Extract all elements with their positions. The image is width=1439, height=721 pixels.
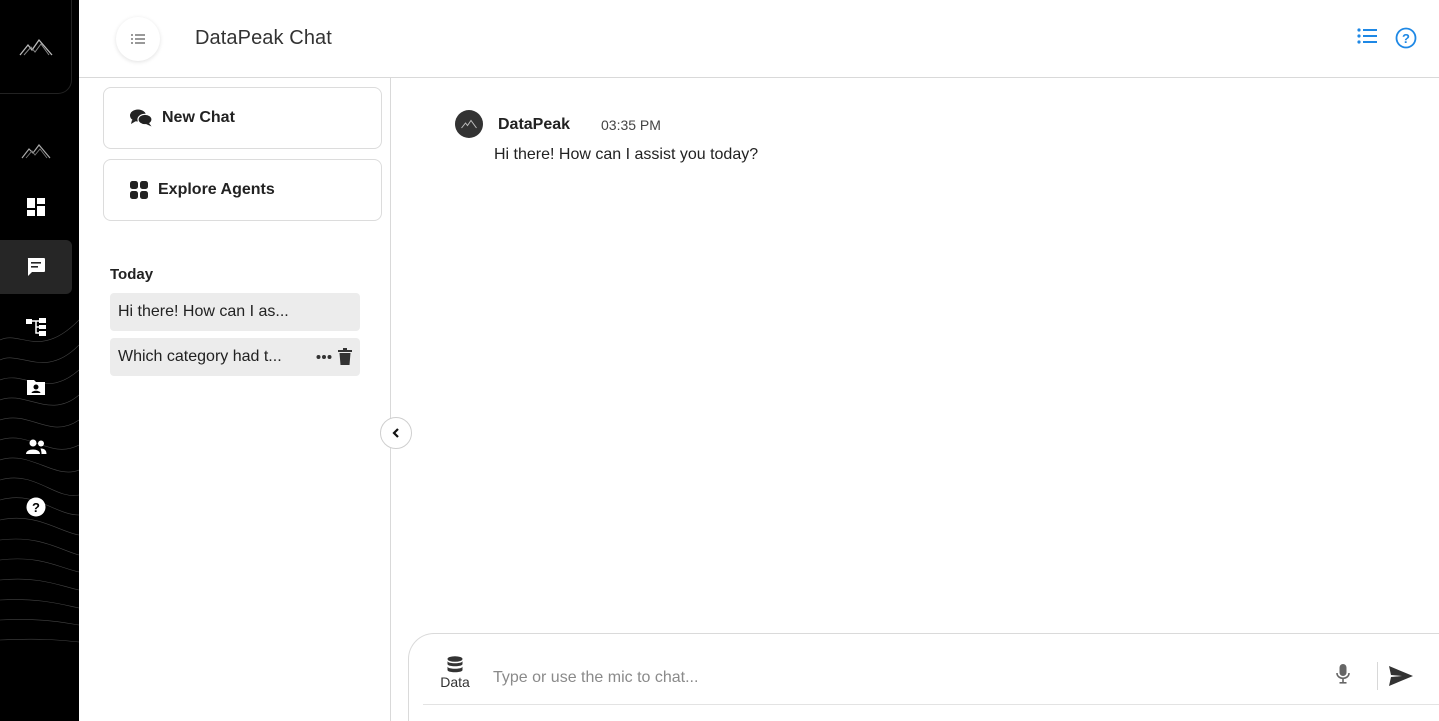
rail-item-hierarchy[interactable]: [0, 300, 72, 354]
more-options-icon[interactable]: [316, 354, 332, 360]
list-view-button[interactable]: [1357, 27, 1377, 50]
database-icon: [447, 656, 463, 673]
new-chat-button[interactable]: New Chat: [103, 87, 382, 149]
send-button[interactable]: [1389, 666, 1413, 691]
rail-item-home[interactable]: [0, 124, 72, 178]
history-item[interactable]: Hi there! How can I as...: [110, 293, 360, 331]
people-icon: [26, 439, 47, 454]
mountain-logo-icon: [18, 38, 52, 55]
history-item-label: Which category had t...: [118, 348, 282, 365]
new-chat-label: New Chat: [162, 109, 235, 126]
trash-icon[interactable]: [338, 348, 352, 365]
microphone-icon: [1336, 664, 1350, 684]
rail-item-dashboard[interactable]: [0, 180, 72, 234]
logo-box[interactable]: [0, 0, 72, 94]
top-header: DataPeak Chat ?: [79, 0, 1439, 78]
hierarchy-icon: [26, 318, 46, 336]
page-title: DataPeak Chat: [195, 27, 332, 49]
grid-apps-icon: [130, 181, 148, 199]
list-icon: [1357, 28, 1377, 44]
mountain-icon: [21, 144, 51, 159]
data-source-button[interactable]: Data: [435, 656, 475, 690]
explore-agents-button[interactable]: Explore Agents: [103, 159, 382, 221]
mountain-logo-icon: [461, 119, 477, 129]
chat-icon: [27, 258, 45, 276]
composer-bottom-line: [423, 704, 1439, 705]
help-button[interactable]: ?: [1395, 27, 1417, 54]
menu-icon: [131, 34, 145, 44]
rail-item-contacts[interactable]: [0, 360, 72, 414]
history-item[interactable]: Which category had t...: [110, 338, 360, 376]
collapse-sidebar-button[interactable]: [380, 417, 412, 449]
section-today: Today: [110, 266, 154, 283]
chevron-left-icon: [392, 428, 399, 438]
rail-item-users[interactable]: [0, 420, 72, 474]
send-icon: [1389, 666, 1413, 686]
help-icon: ?: [26, 497, 46, 517]
message-text: Hi there! How can I assist you today?: [494, 146, 759, 163]
mic-button[interactable]: [1336, 664, 1350, 689]
nav-rail: ?: [0, 0, 79, 721]
dashboard-icon: [27, 198, 45, 216]
composer-divider: [1377, 662, 1378, 690]
svg-text:?: ?: [32, 500, 40, 515]
data-source-label: Data: [440, 674, 470, 690]
comments-icon: [130, 109, 152, 127]
chat-sidebar: New Chat Explore Agents Today Hi there! …: [79, 78, 391, 721]
svg-text:?: ?: [1402, 31, 1410, 46]
rail-item-help[interactable]: ?: [0, 480, 72, 534]
message-timestamp: 03:35 PM: [601, 117, 661, 133]
chat-composer: Data: [408, 633, 1439, 721]
folder-user-icon: [27, 380, 45, 395]
help-circle-icon: ?: [1395, 27, 1417, 49]
avatar: [455, 110, 483, 138]
rail-item-chat[interactable]: [0, 240, 72, 294]
menu-button[interactable]: [116, 17, 160, 61]
chat-input[interactable]: [493, 664, 1313, 692]
explore-agents-label: Explore Agents: [158, 181, 275, 198]
message-sender: DataPeak: [498, 116, 571, 133]
history-item-label: Hi there! How can I as...: [118, 303, 289, 320]
